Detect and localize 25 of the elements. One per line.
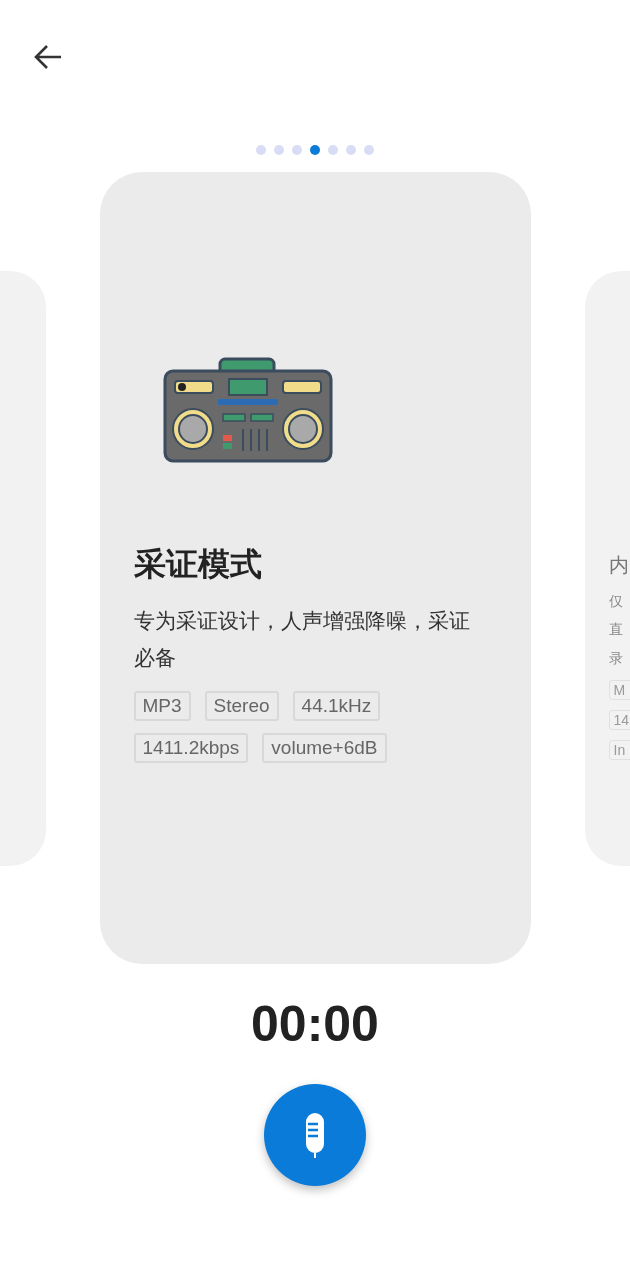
page-dot[interactable] [274, 145, 284, 155]
page-dot[interactable] [328, 145, 338, 155]
mode-description: 仅直录 [608, 591, 623, 668]
format-tag: In [608, 740, 630, 760]
format-tag: M [608, 680, 630, 700]
page-dot[interactable] [364, 145, 374, 155]
mode-description: 专为采证设计，人声增强降噪，采证必备 [133, 608, 471, 672]
record-button[interactable] [264, 1084, 366, 1186]
timer-display: 00:00 [250, 995, 380, 1054]
format-tag: 44.1kHz [292, 691, 381, 721]
format-tag: 14 [608, 710, 630, 730]
format-tag: MP3 [133, 691, 191, 721]
page-dot[interactable] [346, 145, 356, 155]
page-dot[interactable] [256, 145, 266, 155]
format-tag: volume+6dB [262, 733, 387, 763]
mode-card[interactable]: 采证模式 专为采证设计，人声增强降噪，采证必备 MP3 Stereo 44.1kHz 1411.2kbps volume+6dB [99, 172, 531, 964]
page-dot[interactable] [292, 145, 302, 155]
format-tag: Stereo [204, 691, 279, 721]
boombox-icon [162, 357, 333, 463]
mode-title: 内 [608, 551, 630, 579]
mode-card[interactable]: 内 仅直录 M 14 In [584, 270, 630, 866]
mode-title: 采证模式 [133, 544, 263, 585]
page-dot[interactable] [310, 145, 320, 155]
back-icon[interactable] [33, 44, 63, 70]
format-tag: 1411.2kbps [133, 733, 249, 763]
